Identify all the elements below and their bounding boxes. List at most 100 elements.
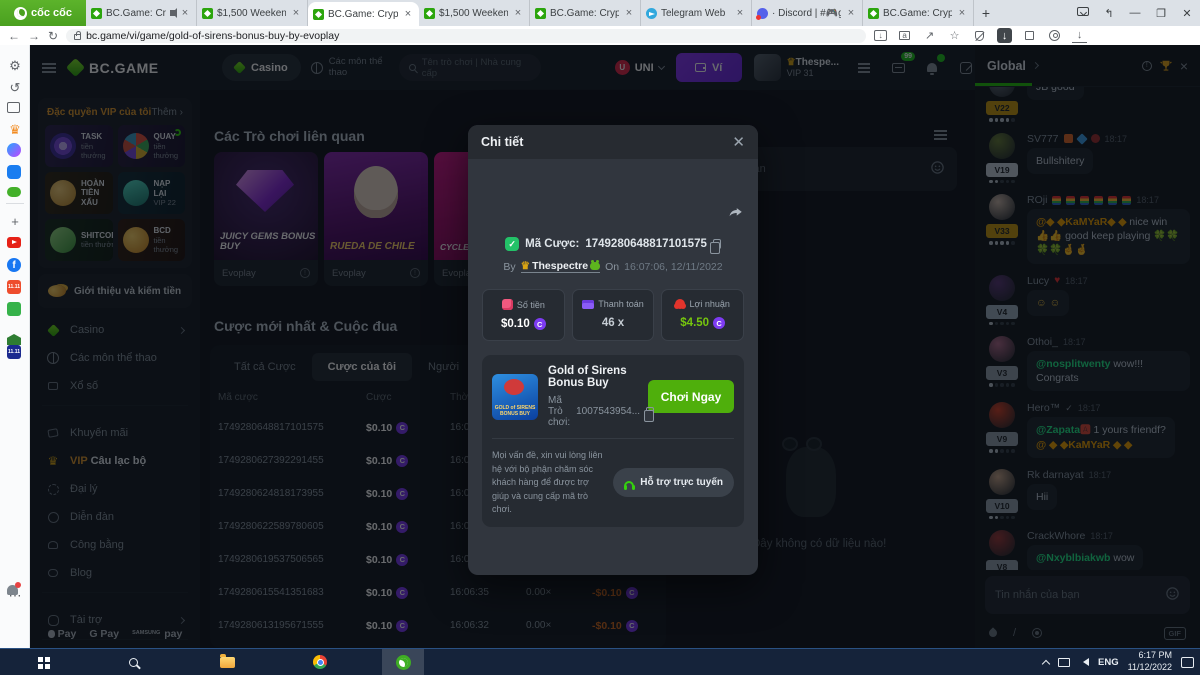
tab-title: $1,500 Weekend Evo: [439, 8, 508, 19]
tab-close-icon[interactable]: ×: [956, 7, 968, 19]
coin-icon: C: [534, 318, 546, 330]
tab-close-icon[interactable]: ×: [734, 7, 746, 19]
coin-icon: C: [713, 317, 725, 329]
facebook-icon[interactable]: [7, 258, 21, 272]
bcgame-favicon: [313, 9, 324, 20]
browser-tab[interactable]: BC.Game: Crypto Ca ×: [863, 0, 974, 26]
file-explorer[interactable]: [206, 649, 248, 675]
dice-icon: [502, 299, 513, 310]
share-icon[interactable]: ↗: [922, 28, 937, 43]
taskbar-search[interactable]: [112, 649, 154, 675]
volume-icon[interactable]: [1079, 658, 1089, 666]
windows-taskbar: ENG 6:17 PM 11/12/2022: [0, 648, 1200, 675]
coccoc-logo-icon: [14, 7, 27, 20]
url-field[interactable]: bc.game/vi/game/gold-of-sirens-bonus-buy…: [66, 29, 866, 43]
more-icon[interactable]: [7, 588, 23, 604]
sale-navy-icon[interactable]: [7, 345, 21, 359]
back-icon[interactable]: ←: [8, 29, 20, 43]
screen: cốc cốc BC.Game: Crypto× $1,500 Weekend E…: [0, 0, 1200, 675]
modal-close-icon[interactable]: ✕: [732, 133, 745, 151]
chrome[interactable]: [299, 649, 341, 675]
bcgame-page: BC.GAME Đặc quyền VIP của tôi Thêm › TAS…: [30, 45, 1200, 648]
tab-title: Telegram Web: [661, 8, 730, 19]
lock-icon: [74, 34, 81, 40]
bet-datetime: 16:07:06, 12/11/2022: [624, 261, 722, 273]
sale-1111-icon[interactable]: [7, 280, 21, 294]
save-page-icon[interactable]: ↓: [874, 30, 887, 41]
play-now-button[interactable]: Chơi Ngay: [648, 380, 734, 413]
forward-icon[interactable]: →: [28, 29, 40, 43]
browser-tab[interactable]: $1,500 Weekend Evo ×: [419, 0, 530, 26]
recent-tabs-icon[interactable]: ↰: [1096, 7, 1122, 20]
url-text: bc.game/vi/game/gold-of-sirens-bonus-buy…: [86, 30, 339, 42]
browser-tab[interactable]: Telegram Web ×: [641, 0, 752, 26]
tracking-shield-icon[interactable]: [972, 28, 987, 43]
language-indicator[interactable]: ENG: [1098, 657, 1119, 668]
verified-shield-icon: ✓: [505, 237, 519, 251]
profile-icon[interactable]: [1047, 28, 1062, 43]
modal-header: Chi tiết ✕: [468, 125, 758, 159]
browser-tab[interactable]: BC.Game: Crypto Ca×: [530, 0, 641, 26]
copy-game-id-icon[interactable]: [646, 407, 654, 417]
window-controls: ↰ — ❐ ✕: [1070, 0, 1200, 26]
tab-close-icon[interactable]: ×: [623, 7, 635, 19]
modal-title: Chi tiết: [481, 135, 732, 149]
telegram-favicon: [646, 8, 657, 19]
downloads-tray-icon[interactable]: ↓: [1072, 28, 1087, 43]
extensions-icon[interactable]: [1022, 28, 1037, 43]
tab-close-icon[interactable]: ×: [512, 7, 524, 19]
tab-close-icon[interactable]: ×: [845, 7, 857, 19]
game-thumbnail[interactable]: GOLD of SIRENSBONUS BUY: [492, 374, 538, 420]
browser-tab[interactable]: BC.Game: Crypto Ca×: [308, 2, 419, 26]
bcgame-favicon: [535, 8, 546, 19]
tab-title: · Discord | #🎮gami: [772, 8, 841, 19]
tab-search-icon[interactable]: [1070, 7, 1096, 19]
action-center-icon[interactable]: [1181, 657, 1194, 668]
copy-bet-id-icon[interactable]: [713, 239, 721, 249]
game-id-value: 1007543954...: [576, 406, 640, 417]
coccoc[interactable]: [382, 649, 424, 675]
game-title: Gold of Sirens Bonus Buy: [548, 365, 638, 389]
network-icon[interactable]: [1058, 658, 1070, 667]
tab-close-icon[interactable]: ×: [179, 7, 191, 19]
profit-icon: [675, 299, 685, 309]
tab-close-icon[interactable]: ×: [402, 8, 414, 20]
close-button[interactable]: ✕: [1174, 7, 1200, 20]
reload-icon[interactable]: ↻: [48, 29, 58, 43]
browser-tab[interactable]: BC.Game: Crypto×: [86, 0, 197, 26]
crown-icon: ♛: [521, 260, 530, 272]
lazada-icon[interactable]: [7, 334, 21, 345]
share-bet-icon[interactable]: [727, 205, 744, 225]
taskbar-clock[interactable]: 6:17 PM 11/12/2022: [1128, 650, 1172, 673]
history-icon[interactable]: [7, 80, 23, 96]
youtube-icon[interactable]: [7, 237, 21, 248]
zalo-icon[interactable]: [7, 165, 21, 179]
newsfeed-icon[interactable]: [7, 102, 20, 113]
maximize-button[interactable]: ❐: [1148, 7, 1174, 20]
add-shortcut-icon[interactable]: [7, 213, 23, 229]
shop-icon[interactable]: [7, 302, 21, 316]
bookmark-star-icon[interactable]: ☆: [947, 28, 962, 43]
minimize-button[interactable]: —: [1122, 7, 1148, 19]
browser-tab[interactable]: · Discord | #🎮gami ×: [752, 0, 863, 26]
player-link[interactable]: ♛Thespectre: [521, 260, 600, 273]
games-icon[interactable]: [7, 187, 21, 197]
coccoc-brand[interactable]: cốc cốc: [0, 0, 86, 26]
messenger-icon[interactable]: [7, 143, 21, 157]
download-active-icon[interactable]: ↓: [997, 28, 1012, 43]
settings-icon[interactable]: [7, 58, 23, 74]
browser-tab[interactable]: $1,500 Weekend Evo×: [197, 0, 308, 26]
tab-close-icon[interactable]: ×: [290, 7, 302, 19]
discord-favicon: [757, 8, 768, 19]
live-support-button[interactable]: Hỗ trợ trực tuyến: [613, 468, 734, 497]
headset-icon: [624, 481, 634, 487]
bet-id-label: Mã Cược:: [525, 238, 579, 250]
translate-icon[interactable]: a: [897, 28, 912, 43]
new-tab-button[interactable]: +: [974, 0, 998, 26]
tab-title: BC.Game: Crypto Ca: [883, 8, 952, 19]
tab-audio-icon[interactable]: [170, 10, 175, 16]
help-text: Mọi vấn đề, xin vui lòng liên hệ với bộ …: [492, 449, 605, 517]
start-button[interactable]: [22, 649, 64, 675]
crown-icon[interactable]: [7, 122, 23, 138]
tray-expand-icon[interactable]: [1042, 659, 1050, 667]
